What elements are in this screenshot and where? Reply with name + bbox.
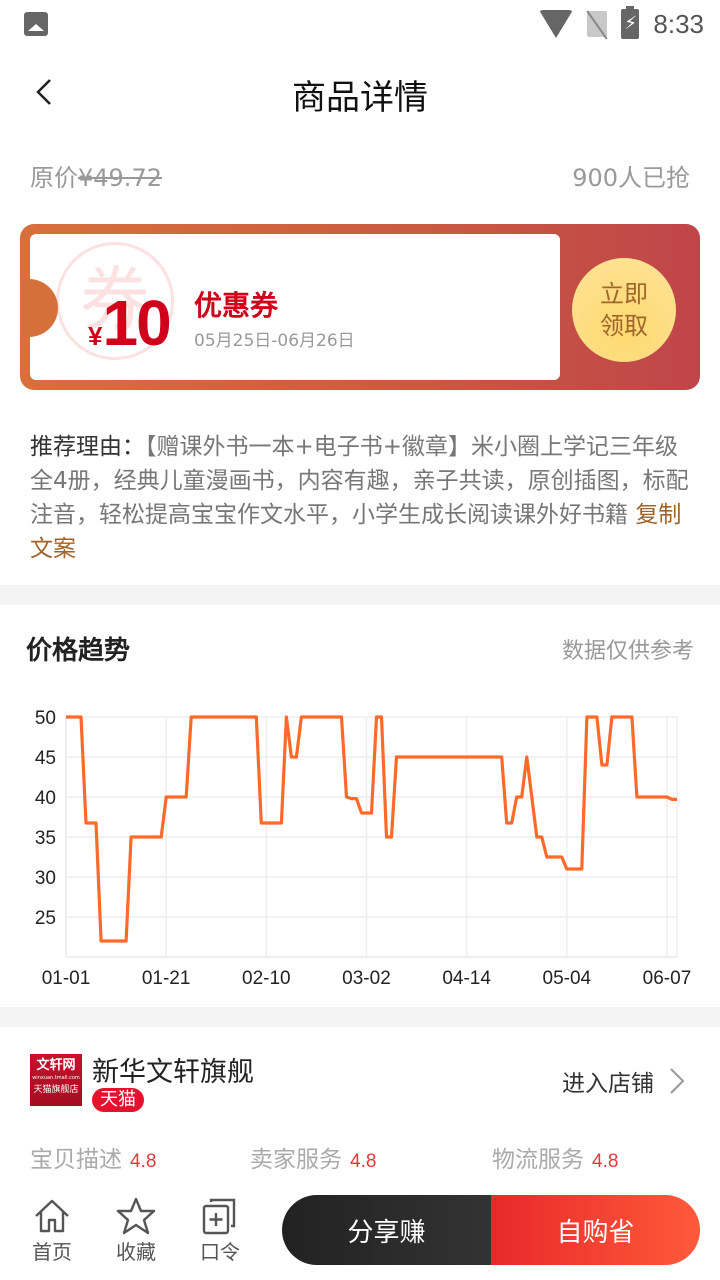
price-trend-note: 数据仅供参考 xyxy=(561,638,694,664)
coupon-validity: 05月25日-06月26日 xyxy=(194,331,355,351)
status-time: 8:33 xyxy=(653,8,704,39)
section-divider xyxy=(0,1007,720,1027)
y-tick-label: 25 xyxy=(35,908,56,929)
price-trend-header: 价格趋势 数据仅供参考 xyxy=(26,630,694,667)
nav-home-label: 首页 xyxy=(32,1240,72,1264)
nav-password[interactable]: 口令 xyxy=(190,1196,250,1265)
price-trend-title: 价格趋势 xyxy=(26,636,131,666)
header: 商品详情 xyxy=(0,48,720,138)
status-bar: ⚡ 8:33 xyxy=(0,0,720,48)
score-description: 宝贝描述 4.8 xyxy=(30,1140,228,1174)
original-price-label: 原价 xyxy=(30,164,78,192)
price-row: 原价¥49.72 900人已抢 xyxy=(30,158,690,193)
x-tick-label: 01-01 xyxy=(42,968,91,989)
y-tick-label: 35 xyxy=(35,828,56,849)
coupon-name: 优惠券 xyxy=(194,289,279,322)
claim-line-2: 领取 xyxy=(600,312,648,340)
score-label: 卖家服务 xyxy=(250,1147,342,1173)
star-icon xyxy=(116,1197,156,1235)
shop-logo-title: 文轩网 xyxy=(36,1058,76,1073)
image-notification-icon xyxy=(24,12,48,36)
price-trend-chart: 25 30 35 40 45 50 01-01 01-21 02-10 03-02 04-14 05-… xyxy=(35,708,692,989)
enter-shop-button[interactable]: 进入店铺 xyxy=(562,1064,686,1098)
y-tick-label: 30 xyxy=(35,868,56,889)
page-title: 商品详情 xyxy=(292,78,428,118)
coupon-card[interactable]: 券 ¥10 优惠券 05月25日-06月26日 立即领取 xyxy=(20,224,700,390)
battery-charging-icon: ⚡ xyxy=(621,6,640,39)
action-buttons: 分享赚 自购省 xyxy=(282,1195,700,1265)
nav-password-label: 口令 xyxy=(200,1240,240,1264)
shop-logo-url: winxuan.tmall.com xyxy=(32,1075,80,1081)
claim-line-1: 立即 xyxy=(600,280,648,308)
score-value: 4.8 xyxy=(350,1151,377,1172)
score-seller-service: 卖家服务 4.8 xyxy=(228,1140,448,1174)
original-price-value: ¥49.72 xyxy=(78,164,162,192)
score-logistics: 物流服务 4.8 xyxy=(448,1140,690,1174)
shop-logo[interactable]: 文轩网 winxuan.tmall.com 天猫旗舰店 xyxy=(30,1054,82,1106)
coupon-amount-value: 10 xyxy=(102,287,171,359)
y-tick-label: 50 xyxy=(35,708,56,729)
recommend-reason: 推荐理由：【赠课外书一本+电子书+徽章】米小圈上学记三年级全4册，经典儿童漫画书… xyxy=(30,430,696,566)
x-tick-label: 03-02 xyxy=(342,968,391,989)
grabbed-count: 900人已抢 xyxy=(572,164,690,192)
x-tick-label: 02-10 xyxy=(242,968,291,989)
bottom-bar: 首页 收藏 口令 分享赚 自购省 xyxy=(0,1184,720,1280)
score-label: 宝贝描述 xyxy=(30,1147,122,1173)
original-price: 原价¥49.72 xyxy=(30,158,162,193)
score-value: 4.8 xyxy=(592,1151,619,1172)
tmall-badge: 天猫 xyxy=(92,1088,144,1112)
x-tick-label: 06-07 xyxy=(643,968,692,989)
score-value: 4.8 xyxy=(130,1151,157,1172)
x-tick-label: 04-14 xyxy=(442,968,491,989)
nav-favorites-label: 收藏 xyxy=(116,1240,156,1264)
y-tick-label: 45 xyxy=(35,748,56,769)
x-tick-label: 05-04 xyxy=(543,968,592,989)
coupon-amount: ¥10 xyxy=(88,286,172,360)
no-sim-icon xyxy=(587,11,608,37)
y-tick-label: 40 xyxy=(35,788,56,809)
chevron-right-icon xyxy=(670,1068,685,1094)
shop-scores: 宝贝描述 4.8 卖家服务 4.8 物流服务 4.8 xyxy=(30,1140,690,1174)
coupon-ticket-edge xyxy=(498,234,558,380)
self-buy-button[interactable]: 自购省 xyxy=(491,1195,700,1265)
shop-logo-subtitle: 天猫旗舰店 xyxy=(33,1085,79,1095)
nav-favorites[interactable]: 收藏 xyxy=(106,1196,166,1265)
price-line xyxy=(66,715,677,943)
section-divider xyxy=(0,585,720,605)
reason-label: 推荐理由： xyxy=(30,434,145,460)
shop-section: 文轩网 winxuan.tmall.com 天猫旗舰店 新华文轩旗舰 天猫 进入… xyxy=(0,1028,720,1178)
claim-coupon-button[interactable]: 立即 领取 xyxy=(572,258,676,362)
coupon-body: 券 ¥10 优惠券 05月25日-06月26日 xyxy=(30,234,560,380)
wifi-icon xyxy=(539,10,574,38)
nav-home[interactable]: 首页 xyxy=(22,1196,82,1265)
share-earn-button[interactable]: 分享赚 xyxy=(282,1195,491,1265)
coupon-currency: ¥ xyxy=(88,321,103,351)
shop-name: 新华文轩旗舰 xyxy=(92,1057,254,1088)
home-icon xyxy=(35,1199,69,1233)
x-tick-label: 01-21 xyxy=(142,968,191,989)
score-label: 物流服务 xyxy=(492,1147,584,1173)
enter-shop-label: 进入店铺 xyxy=(562,1071,654,1097)
copy-add-icon xyxy=(202,1198,236,1235)
